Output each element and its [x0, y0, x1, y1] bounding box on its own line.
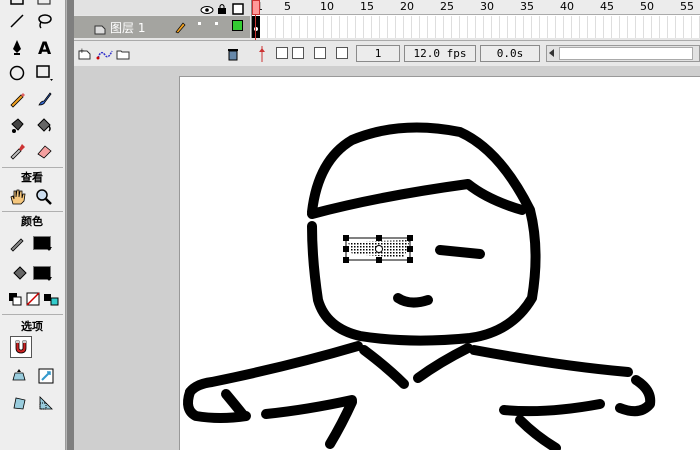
right-lower-arm-stroke: [515, 415, 561, 450]
stage-drawing[interactable]: [0, 0, 700, 450]
hair-line-stroke: [307, 179, 527, 219]
right-shoulder-stroke: [469, 345, 633, 377]
right-eye-stroke: [435, 245, 485, 259]
selected-left-eye-shape[interactable]: [343, 235, 413, 263]
right-hand-stroke: [615, 375, 656, 417]
left-hand-stroke: [221, 389, 249, 421]
collar-left-stroke: [359, 345, 409, 389]
mouth-stroke: [393, 293, 433, 308]
left-shoulder-stroke: [185, 341, 363, 397]
right-forearm-stroke: [499, 399, 605, 417]
head-outline-stroke: [307, 122, 541, 346]
collar-right-stroke: [413, 343, 473, 383]
flash-window: A 查看 颜色 选项 图层 1 5 10 15 20 25 30 35 40 4…: [0, 0, 700, 450]
left-forearm-stroke: [261, 395, 357, 419]
